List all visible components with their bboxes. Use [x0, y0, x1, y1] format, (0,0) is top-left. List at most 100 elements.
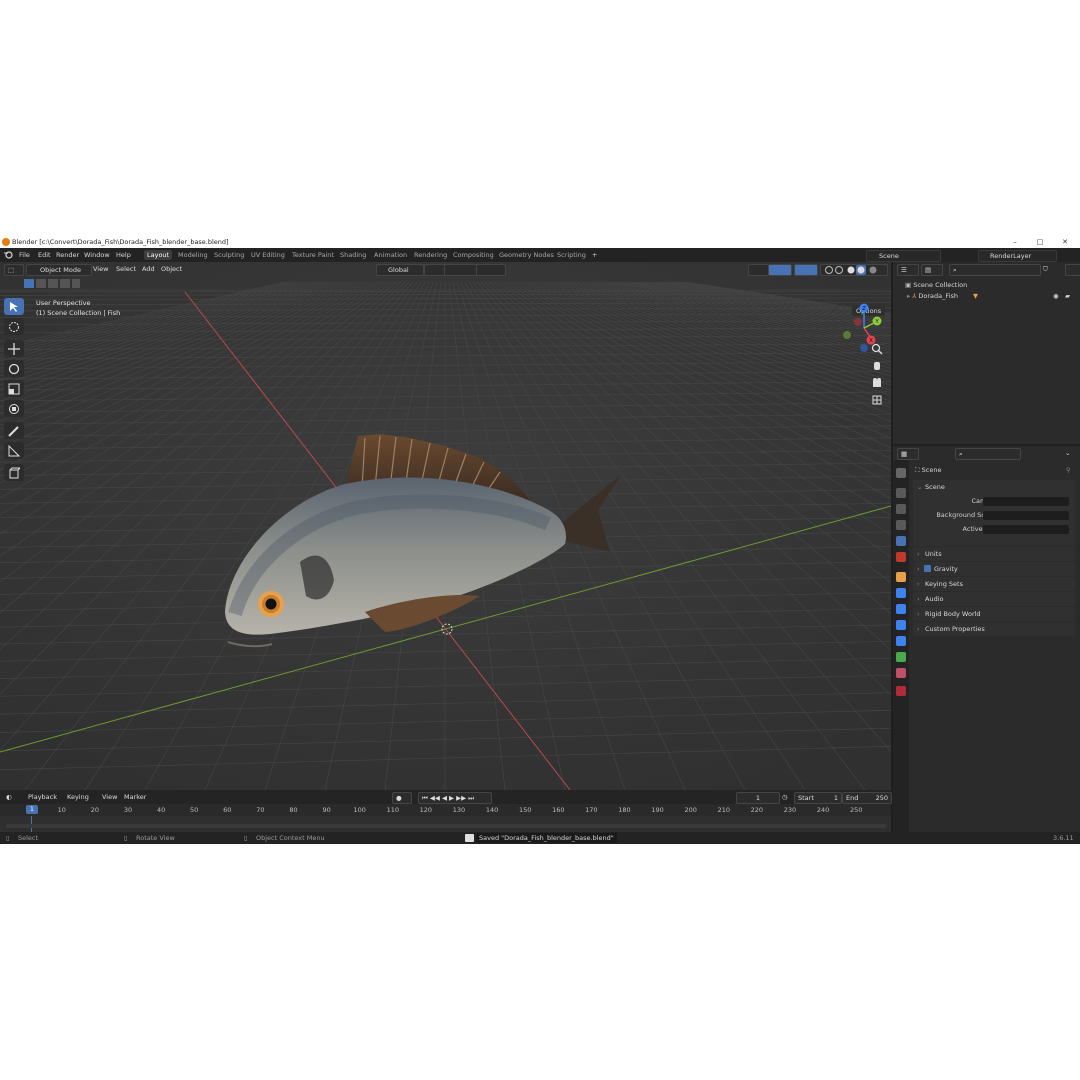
- rotate-tool[interactable]: [4, 360, 24, 377]
- properties-search-input[interactable]: ⌕: [955, 448, 1021, 460]
- 3d-viewport[interactable]: ⬚ Object Mode View Select Add Object Glo…: [0, 262, 891, 790]
- properties-options-icon[interactable]: ⌄: [1065, 448, 1070, 458]
- add-cube-tool[interactable]: [4, 464, 24, 481]
- minimize-button[interactable]: –: [1004, 236, 1026, 248]
- render-tab-icon[interactable]: [896, 488, 906, 498]
- output-tab-icon[interactable]: [896, 504, 906, 514]
- current-frame-marker[interactable]: 1: [26, 805, 38, 814]
- display-mode-icon[interactable]: ▤: [921, 264, 943, 276]
- menu-render[interactable]: Render: [56, 248, 79, 262]
- snap-icon[interactable]: [444, 264, 478, 276]
- keying-sets-panel[interactable]: › Keying Sets: [913, 577, 1075, 591]
- texture-tab-icon[interactable]: [896, 686, 906, 696]
- scene-collection-row[interactable]: ▣ Scene Collection: [905, 280, 967, 290]
- tab-shading[interactable]: Shading: [337, 250, 369, 260]
- move-tool[interactable]: [4, 340, 24, 357]
- camera-view-icon[interactable]: [870, 376, 886, 390]
- rigid-body-world-panel[interactable]: › Rigid Body World: [913, 607, 1075, 621]
- menu-timeline-view[interactable]: View: [102, 792, 117, 802]
- active-clip-field[interactable]: [983, 525, 1069, 534]
- menu-keying[interactable]: Keying: [67, 792, 89, 802]
- background-scene-field[interactable]: [983, 511, 1069, 520]
- overlay-toggle-icon[interactable]: [794, 264, 818, 276]
- pin-icon[interactable]: ⚲: [1066, 466, 1071, 474]
- pivot-point-icon[interactable]: [424, 264, 446, 276]
- timeline-scrollbar[interactable]: [6, 824, 886, 828]
- new-collection-icon[interactable]: [1065, 264, 1080, 276]
- gravity-panel[interactable]: › Gravity: [913, 562, 1075, 576]
- cursor-tool[interactable]: [4, 318, 24, 335]
- units-panel[interactable]: › Units: [913, 547, 1075, 561]
- tab-modeling[interactable]: Modeling: [175, 250, 211, 260]
- outliner-editor-type-icon[interactable]: ☰: [897, 264, 919, 276]
- menu-playback[interactable]: Playback: [28, 792, 57, 802]
- measure-tool[interactable]: [4, 442, 24, 459]
- menu-view[interactable]: View: [93, 264, 108, 274]
- timeline-tracks[interactable]: [0, 816, 891, 832]
- menu-marker[interactable]: Marker: [124, 792, 146, 802]
- view-layer-selector[interactable]: RenderLayer: [978, 250, 1057, 262]
- tab-compositing[interactable]: Compositing: [450, 250, 497, 260]
- tab-rendering[interactable]: Rendering: [411, 250, 450, 260]
- frame-ruler[interactable]: 1 10 20 30 40 50 60 70 80 90 100 110 120 130 140 150 16…: [0, 804, 891, 816]
- playback-controls[interactable]: ⏮ ◀◀ ◀ ▶ ▶▶ ⏭: [418, 792, 492, 804]
- current-frame-field[interactable]: 1: [736, 792, 780, 804]
- constraints-tab-icon[interactable]: [896, 636, 906, 646]
- gravity-checkbox[interactable]: [924, 565, 931, 572]
- start-frame-field[interactable]: Start 1: [794, 792, 842, 804]
- tab-texture-paint[interactable]: Texture Paint: [289, 250, 337, 260]
- mode-selector[interactable]: Object Mode: [26, 264, 92, 276]
- scene-panel-title[interactable]: Scene: [925, 480, 945, 494]
- add-workspace-button[interactable]: +: [592, 248, 597, 262]
- eye-icon[interactable]: ◉: [1053, 291, 1059, 301]
- modifier-tab-icon[interactable]: [896, 588, 906, 598]
- transform-tool[interactable]: [4, 400, 24, 417]
- menu-help[interactable]: Help: [116, 248, 131, 262]
- object-tab-icon[interactable]: [896, 572, 906, 582]
- camera-field[interactable]: [983, 497, 1069, 506]
- tab-geometry-nodes[interactable]: Geometry Nodes: [496, 250, 557, 260]
- physics-tab-icon[interactable]: [896, 620, 906, 630]
- transform-orientation-dropdown[interactable]: Global: [376, 264, 424, 276]
- maximize-button[interactable]: □: [1029, 236, 1051, 248]
- shading-mode-buttons[interactable]: [820, 264, 888, 276]
- editor-type-icon[interactable]: ⬚: [4, 264, 24, 276]
- proportional-edit-icon[interactable]: [476, 264, 506, 276]
- menu-file[interactable]: File: [19, 248, 30, 262]
- end-frame-field[interactable]: End 250: [842, 792, 892, 804]
- fish-model[interactable]: [0, 262, 891, 790]
- menu-window[interactable]: Window: [84, 248, 110, 262]
- pan-hand-icon[interactable]: [870, 359, 886, 373]
- data-tab-icon[interactable]: [896, 652, 906, 662]
- menu-edit[interactable]: Edit: [38, 248, 51, 262]
- outliner-search-input[interactable]: ⌕: [949, 264, 1041, 276]
- clock-icon[interactable]: ◷: [782, 792, 788, 802]
- tool-tab-icon[interactable]: [896, 468, 906, 478]
- world-tab-icon[interactable]: [896, 552, 906, 562]
- camera-render-icon[interactable]: ▰: [1065, 291, 1070, 301]
- close-button[interactable]: ✕: [1054, 236, 1076, 248]
- filter-icon[interactable]: ⛉: [1043, 264, 1048, 274]
- outliner-item-dorada-fish[interactable]: ▸ ⅄ Dorada_Fish ▼ ◉ ▰: [907, 291, 1077, 301]
- tab-scripting[interactable]: Scripting: [554, 250, 589, 260]
- menu-object[interactable]: Object: [161, 264, 182, 274]
- tab-layout[interactable]: Layout: [144, 250, 173, 260]
- selection-mode-icons[interactable]: [24, 279, 80, 289]
- annotate-tool[interactable]: [4, 422, 24, 439]
- tab-uv-editing[interactable]: UV Editing: [248, 250, 288, 260]
- tab-sculpting[interactable]: Sculpting: [211, 250, 247, 260]
- material-tab-icon[interactable]: [896, 668, 906, 678]
- menu-add[interactable]: Add: [142, 264, 155, 274]
- zoom-icon[interactable]: [870, 342, 886, 356]
- scene-tab-icon[interactable]: [896, 536, 906, 546]
- tab-animation[interactable]: Animation: [371, 250, 410, 260]
- timeline-editor-type-icon[interactable]: ◐: [6, 792, 12, 802]
- ortho-toggle-icon[interactable]: [870, 393, 886, 407]
- select-box-tool[interactable]: [4, 298, 24, 315]
- blender-menu-icon[interactable]: [4, 251, 13, 259]
- scale-tool[interactable]: [4, 380, 24, 397]
- record-button[interactable]: ●: [392, 792, 412, 804]
- view-layer-tab-icon[interactable]: [896, 520, 906, 530]
- properties-editor-type-icon[interactable]: ▦: [897, 448, 919, 460]
- audio-panel[interactable]: › Audio: [913, 592, 1075, 606]
